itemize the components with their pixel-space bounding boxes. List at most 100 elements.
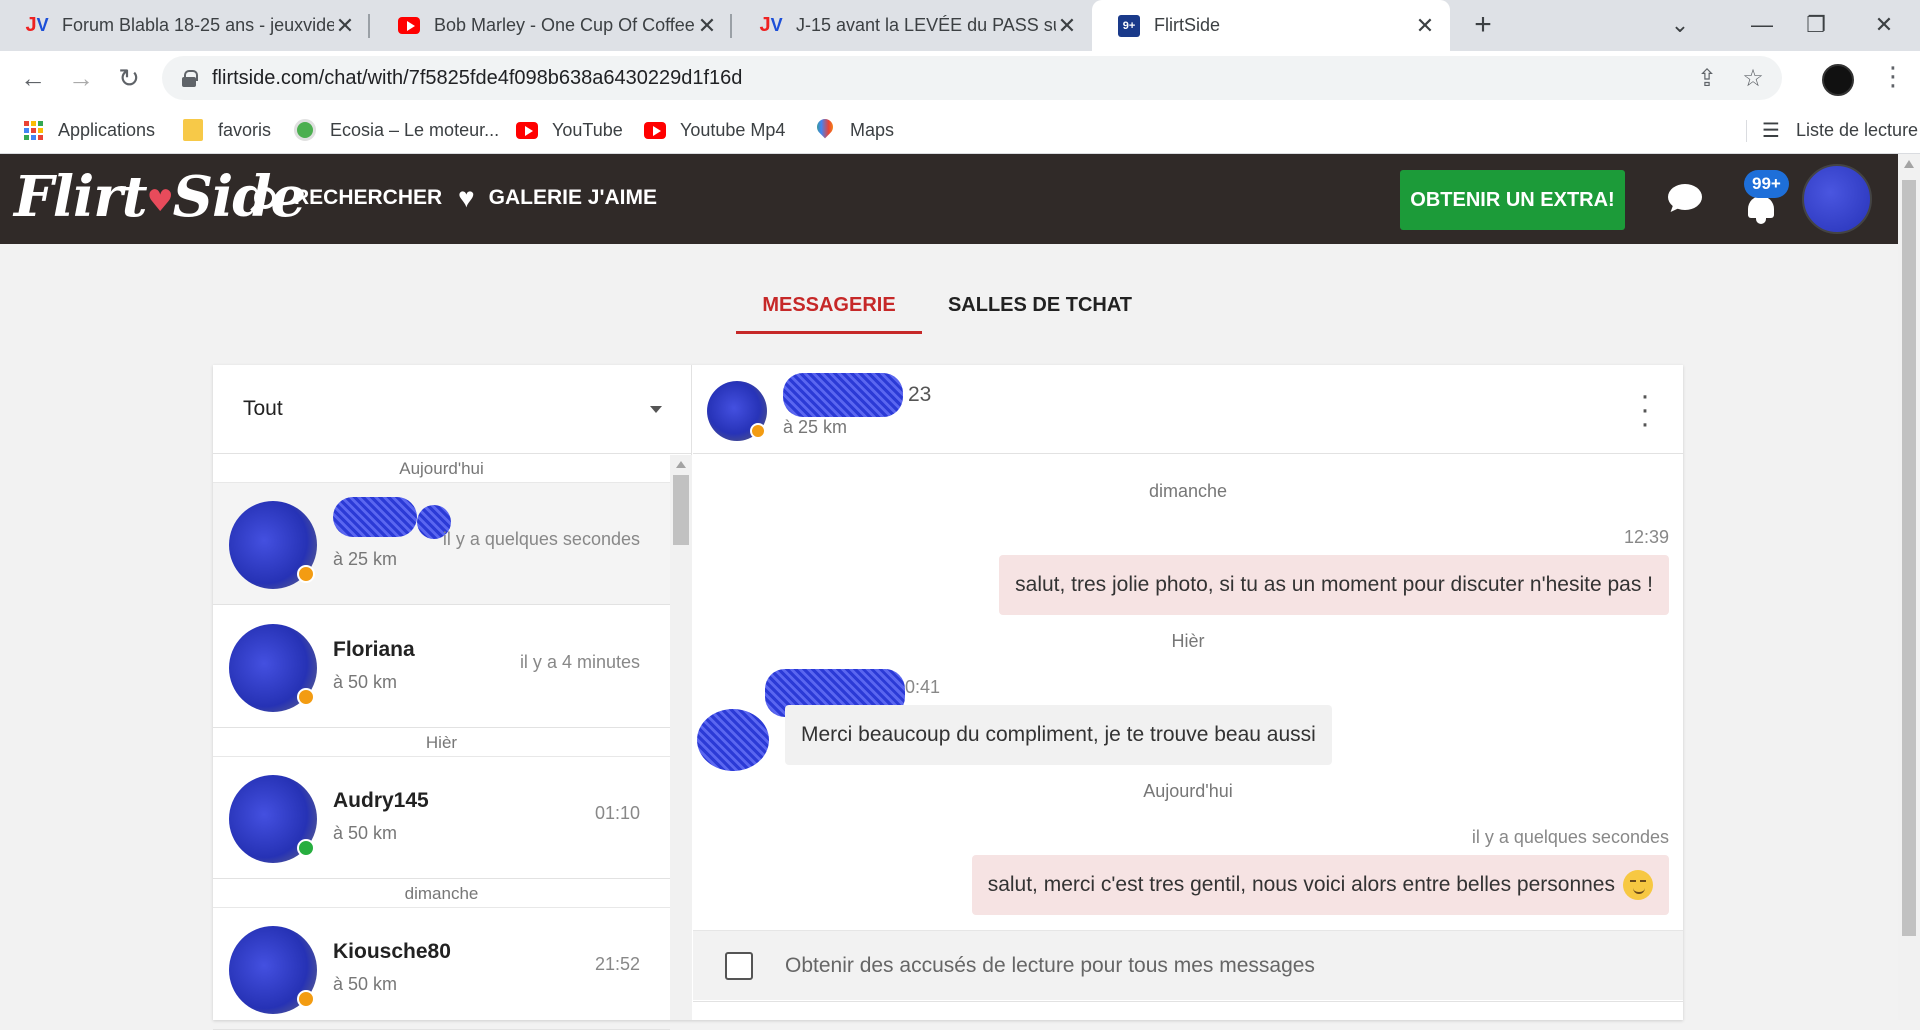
contact-name: Floriana bbox=[333, 638, 415, 661]
message-text: salut, merci c'est tres gentil, nous voi… bbox=[987, 873, 1615, 896]
share-icon[interactable]: ⇪ bbox=[1690, 61, 1724, 95]
browser-tab-youtube[interactable]: Bob Marley - One Cup Of Coffee ✕ bbox=[372, 0, 732, 51]
bell-icon[interactable] bbox=[1746, 196, 1776, 224]
message-text: salut, tres jolie photo, si tu as un mom… bbox=[1015, 573, 1653, 596]
page-scrollbar-thumb[interactable] bbox=[1902, 180, 1916, 936]
folder-icon bbox=[182, 119, 204, 141]
conversation-filter-select[interactable]: Tout bbox=[213, 365, 692, 454]
back-icon[interactable]: ← bbox=[16, 61, 50, 95]
nav-gallery-link[interactable]: ♥ GALERIE J'AIME bbox=[458, 182, 657, 213]
tab-salles-de-tchat[interactable]: SALLES DE TCHAT bbox=[940, 294, 1140, 317]
page-scrollbar[interactable] bbox=[1898, 154, 1920, 1020]
chrome-menu-icon[interactable]: ⋮ bbox=[1880, 61, 1906, 95]
forward-icon[interactable]: → bbox=[64, 61, 98, 95]
conversation-item[interactable]: Floriana il y a 4 minutes à 50 km bbox=[213, 606, 670, 728]
tab-messagerie[interactable]: MESSAGERIE bbox=[736, 294, 922, 317]
read-receipts-option[interactable]: Obtenir des accusés de lecture pour tous… bbox=[693, 930, 1683, 1000]
incoming-message: Merci beaucoup du compliment, je te trou… bbox=[785, 705, 1332, 765]
chat-header: 23 à 25 km · · · bbox=[693, 365, 1683, 454]
bookmark-favoris[interactable]: favoris bbox=[182, 116, 271, 144]
browser-tab-title: Bob Marley - One Cup Of Coffee bbox=[434, 15, 695, 35]
notification-badge[interactable]: 99+ bbox=[1744, 170, 1789, 198]
search-icon bbox=[254, 187, 276, 209]
status-online-indicator bbox=[297, 839, 315, 857]
smirk-emoji-icon bbox=[1623, 870, 1653, 900]
bookmark-maps[interactable]: Maps bbox=[814, 116, 894, 144]
ecosia-icon bbox=[294, 119, 316, 141]
close-window-icon[interactable]: ✕ bbox=[1864, 8, 1904, 42]
message-text: Merci beaucoup du compliment, je te trou… bbox=[801, 723, 1316, 746]
conversation-list: Tout Aujourd'hui il y a quelques seconde… bbox=[213, 365, 692, 1030]
message-input[interactable] bbox=[693, 1001, 1683, 1020]
conversation-item[interactable]: il y a quelques secondes à 25 km bbox=[213, 483, 670, 605]
bookmark-youtube-mp4[interactable]: Youtube Mp4 bbox=[644, 116, 785, 144]
lock-icon[interactable] bbox=[182, 70, 198, 87]
close-tab-icon[interactable]: ✕ bbox=[1056, 13, 1078, 38]
close-tab-icon[interactable]: ✕ bbox=[696, 13, 718, 38]
address-bar[interactable]: flirtside.com/chat/with/7f5825fde4f098b6… bbox=[162, 56, 1782, 100]
bookmark-ecosia[interactable]: Ecosia – Le moteur... bbox=[294, 116, 499, 144]
tab-search-icon[interactable]: ⌄ bbox=[1660, 8, 1700, 42]
status-away-indicator bbox=[297, 565, 315, 583]
user-avatar[interactable] bbox=[1802, 164, 1872, 234]
youtube-icon bbox=[644, 119, 666, 141]
bookmark-star-icon[interactable]: ☆ bbox=[1736, 61, 1770, 95]
messaging-panel: Tout Aujourd'hui il y a quelques seconde… bbox=[213, 365, 1683, 1030]
chat-options-icon[interactable]: · · · bbox=[1635, 381, 1655, 439]
conversation-list-scrollbar[interactable] bbox=[670, 455, 692, 1020]
redacted-name bbox=[783, 373, 903, 417]
bookmark-label: Maps bbox=[850, 119, 895, 140]
new-tab-button[interactable]: + bbox=[1468, 10, 1498, 41]
nav-search-label: RECHERCHER bbox=[294, 186, 443, 209]
bookmark-applications[interactable]: Applications bbox=[22, 116, 155, 144]
read-receipts-checkbox[interactable] bbox=[725, 951, 753, 980]
heart-icon: ♥ bbox=[458, 182, 475, 213]
status-away-indicator bbox=[297, 688, 315, 706]
nav-search-link[interactable]: RECHERCHER bbox=[254, 186, 442, 210]
scroll-up-icon[interactable] bbox=[676, 461, 686, 468]
browser-tab-forum-2[interactable]: JV J-15 avant la LEVÉE du PASS sur le fo… bbox=[734, 0, 1092, 51]
site-header: Flirt♥Side RECHERCHER ♥ GALERIE J'AIME O… bbox=[0, 154, 1898, 244]
contact-avatar bbox=[697, 709, 769, 771]
bookmark-label: YouTube bbox=[552, 119, 623, 140]
close-tab-icon[interactable]: ✕ bbox=[1414, 13, 1436, 38]
nav-gallery-label: GALERIE J'AIME bbox=[488, 186, 657, 209]
chat-bubble-icon[interactable] bbox=[1668, 184, 1702, 214]
read-receipts-label: Obtenir des accusés de lecture pour tous… bbox=[785, 953, 1315, 977]
profile-avatar[interactable] bbox=[1822, 64, 1854, 96]
conversation-list-scrollbar-thumb[interactable] bbox=[673, 475, 689, 545]
restore-icon[interactable]: ❐ bbox=[1796, 8, 1836, 42]
browser-tab-title: J-15 avant la LEVÉE du PASS sur le forum bbox=[796, 15, 1056, 35]
close-tab-icon[interactable]: ✕ bbox=[334, 13, 356, 38]
scroll-up-icon[interactable] bbox=[1904, 160, 1914, 168]
bookmark-label: Youtube Mp4 bbox=[680, 119, 786, 140]
contact-distance: à 25 km bbox=[333, 549, 398, 569]
maps-icon bbox=[814, 119, 836, 141]
redacted-name bbox=[333, 497, 417, 537]
url-text[interactable]: flirtside.com/chat/with/7f5825fde4f098b6… bbox=[212, 67, 1690, 90]
browser-tab-flirtside[interactable]: 9+ FlirtSide ✕ bbox=[1092, 0, 1450, 51]
conversation-item[interactable]: Kiousche80 21:52 à 50 km bbox=[213, 908, 670, 1030]
date-separator: Aujourd'hui bbox=[1143, 781, 1233, 801]
jv-icon: JV bbox=[759, 14, 783, 36]
contact-distance: à 50 km bbox=[333, 672, 398, 692]
heart-icon: ♥ bbox=[146, 183, 174, 219]
reading-list-label: Liste de lecture bbox=[1796, 119, 1919, 140]
youtube-icon bbox=[516, 119, 538, 141]
chat-pane: 23 à 25 km · · · dimanche 12:39 salut, tre… bbox=[693, 365, 1683, 1020]
message-time: 12:39 bbox=[1623, 527, 1669, 547]
browser-tabstrip: JV Forum Blabla 18-25 ans - jeuxvideo.co… bbox=[0, 0, 1920, 51]
tab-separator bbox=[368, 14, 370, 38]
get-extra-button[interactable]: OBTENIR UN EXTRA! bbox=[1400, 170, 1625, 230]
day-separator: Hièr bbox=[213, 729, 670, 757]
outgoing-message: salut, merci c'est tres gentil, nous voi… bbox=[971, 855, 1669, 915]
browser-tab-title: Forum Blabla 18-25 ans - jeuxvideo.com bbox=[62, 15, 334, 35]
message-thread: dimanche 12:39 salut, tres jolie photo, … bbox=[693, 455, 1683, 930]
bookmark-youtube[interactable]: YouTube bbox=[516, 116, 623, 144]
minimize-icon[interactable]: — bbox=[1742, 8, 1782, 42]
conversation-item[interactable]: Audry145 01:10 à 50 km bbox=[213, 757, 670, 879]
browser-tab-forum[interactable]: JV Forum Blabla 18-25 ans - jeuxvideo.co… bbox=[0, 0, 370, 51]
reload-icon[interactable]: ↻ bbox=[112, 61, 146, 95]
reading-list-button[interactable]: ☰ Liste de lecture bbox=[1746, 116, 1918, 144]
contact-distance: à 25 km bbox=[783, 417, 848, 437]
